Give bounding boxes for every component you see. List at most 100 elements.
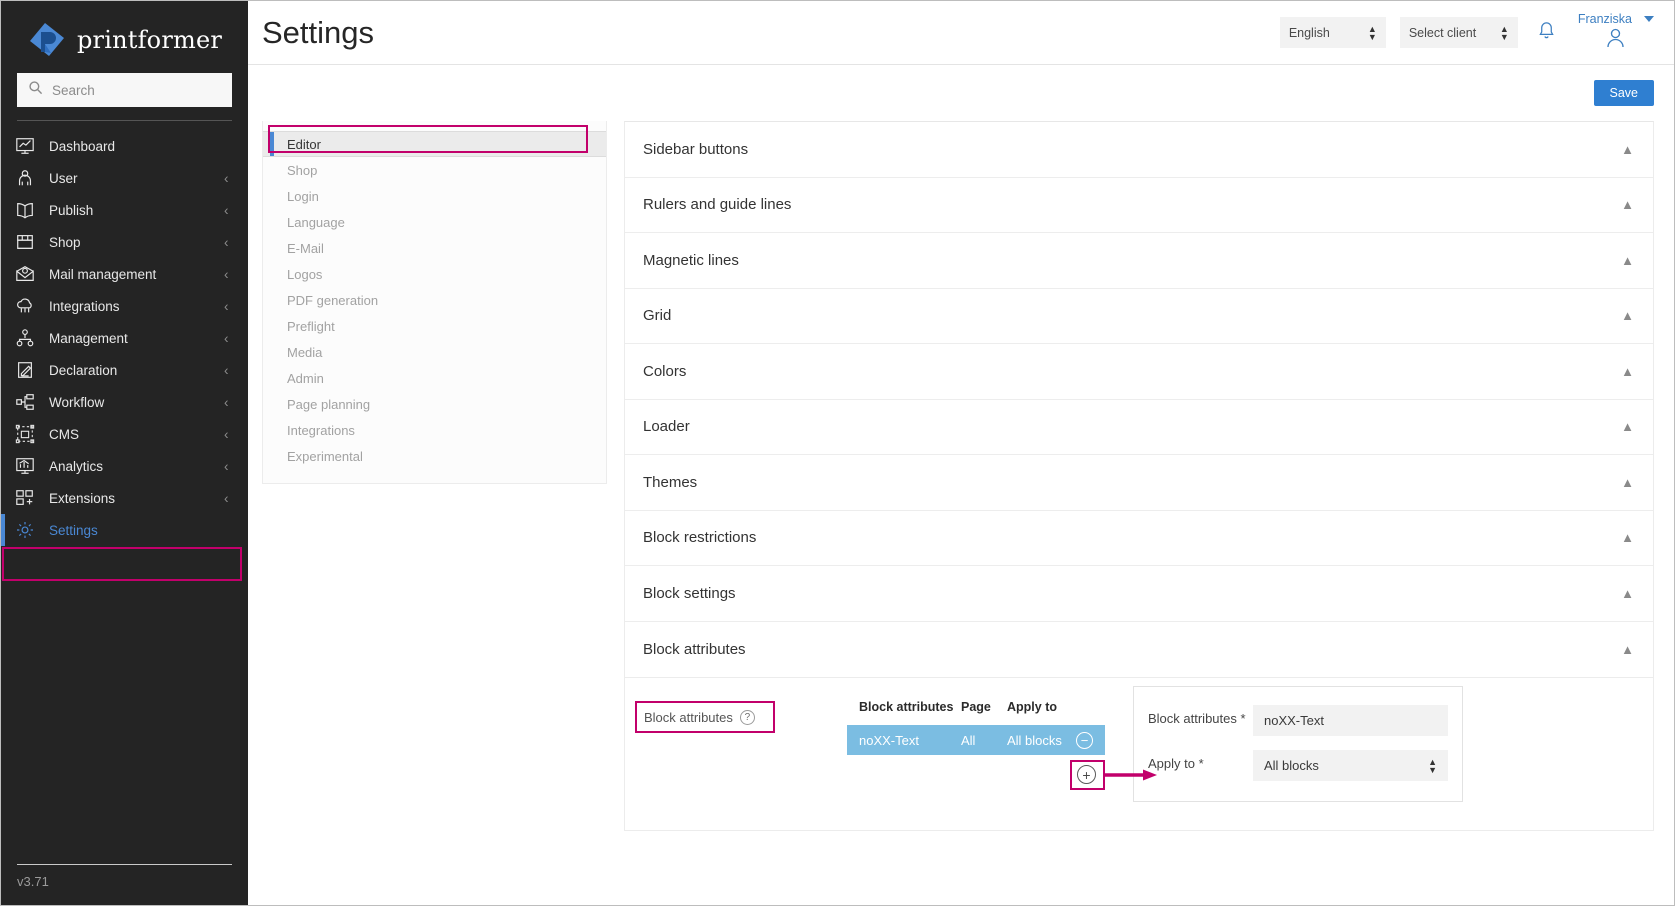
chevron-up-icon: ▲ <box>1621 198 1634 211</box>
sidebar-spacer <box>1 546 248 864</box>
accordion-title: Grid <box>643 307 1621 324</box>
sidebar-item-dashboard[interactable]: Dashboard <box>1 130 248 162</box>
field-label-text: Block attributes <box>644 710 733 725</box>
workflow-icon <box>14 391 36 413</box>
accordion-rulers-and-guide-lines[interactable]: Rulers and guide lines ▲ <box>625 178 1653 234</box>
accordion-grid[interactable]: Grid ▲ <box>625 289 1653 345</box>
brand-name: printformer <box>77 26 222 54</box>
gear-icon <box>14 519 36 541</box>
apply-to-select[interactable]: All blocks ▲▼ <box>1253 750 1448 781</box>
block-attributes-field-group: Block attributes ? <box>635 700 845 725</box>
tab-shop[interactable]: Shop <box>263 157 606 183</box>
sidebar-item-label: Publish <box>49 203 211 218</box>
accordion-title: Rulers and guide lines <box>643 196 1621 213</box>
column-header-block-attributes: Block attributes <box>847 700 961 714</box>
sidebar-item-extensions[interactable]: Extensions ‹ <box>1 482 248 514</box>
sidebar-item-label: User <box>49 171 211 186</box>
client-select[interactable]: Select client ▲▼ <box>1400 17 1518 48</box>
chevron-left-icon: ‹ <box>224 363 232 378</box>
monitor-chart-icon <box>14 135 36 157</box>
accordion: Sidebar buttons ▲ Rulers and guide lines… <box>624 121 1654 678</box>
sidebar-item-shop[interactable]: Shop ‹ <box>1 226 248 258</box>
layers-select-icon <box>14 423 36 445</box>
extensions-plus-icon <box>14 487 36 509</box>
cloud-plug-icon <box>14 295 36 317</box>
tab-language[interactable]: Language <box>263 209 606 235</box>
bell-icon <box>1536 20 1557 46</box>
language-select[interactable]: English ▲▼ <box>1280 17 1386 48</box>
tab-pdf-generation[interactable]: PDF generation <box>263 287 606 313</box>
tab-integrations[interactable]: Integrations <box>263 417 606 443</box>
form-row-apply-to: Apply to * All blocks ▲▼ <box>1148 750 1448 781</box>
tab-page-planning[interactable]: Page planning <box>263 391 606 417</box>
sidebar-item-label: Shop <box>49 235 211 250</box>
envelope-at-icon <box>14 263 36 285</box>
remove-row-button[interactable]: − <box>1076 732 1093 749</box>
accordion-title: Block settings <box>643 585 1621 602</box>
help-icon[interactable]: ? <box>740 710 755 725</box>
person-icon <box>14 167 36 189</box>
column-header-page: Page <box>961 700 1007 714</box>
tab-editor[interactable]: Editor <box>263 131 606 157</box>
sidebar-item-user[interactable]: User ‹ <box>1 162 248 194</box>
tab-preflight[interactable]: Preflight <box>263 313 606 339</box>
tab-label: Editor <box>287 137 321 152</box>
apply-to-select-value: All blocks <box>1264 758 1428 773</box>
accordion-sidebar-buttons[interactable]: Sidebar buttons ▲ <box>625 122 1653 178</box>
stepper-arrows-icon: ▲▼ <box>1368 25 1377 41</box>
tab-media[interactable]: Media <box>263 339 606 365</box>
org-tree-icon <box>14 327 36 349</box>
accordion-title: Loader <box>643 418 1621 435</box>
notifications-button[interactable] <box>1532 18 1562 48</box>
chevron-left-icon: ‹ <box>224 459 232 474</box>
client-select-value: Select client <box>1409 26 1500 40</box>
sidebar-item-label: Settings <box>49 523 232 538</box>
search-box[interactable] <box>17 73 232 107</box>
sidebar-item-integrations[interactable]: Integrations ‹ <box>1 290 248 322</box>
user-menu[interactable]: Franziska <box>1576 12 1654 54</box>
sidebar-item-workflow[interactable]: Workflow ‹ <box>1 386 248 418</box>
sidebar-item-management[interactable]: Management ‹ <box>1 322 248 354</box>
tab-email[interactable]: E-Mail <box>263 235 606 261</box>
add-row-button[interactable]: + <box>1077 765 1096 784</box>
tab-logos[interactable]: Logos <box>263 261 606 287</box>
save-button[interactable]: Save <box>1594 80 1655 106</box>
chevron-up-icon: ▲ <box>1621 309 1634 322</box>
tab-login[interactable]: Login <box>263 183 606 209</box>
form-control-name <box>1253 705 1448 736</box>
sidebar-divider-top <box>17 120 232 121</box>
chevron-left-icon: ‹ <box>224 203 232 218</box>
chevron-up-icon: ▲ <box>1621 143 1634 156</box>
block-attribute-name-input[interactable] <box>1253 705 1448 736</box>
tab-label: Login <box>287 189 319 204</box>
accordion-magnetic-lines[interactable]: Magnetic lines ▲ <box>625 233 1653 289</box>
accordion-block-attributes[interactable]: Block attributes ▲ <box>625 622 1653 678</box>
accordion-loader[interactable]: Loader ▲ <box>625 400 1653 456</box>
table-row[interactable]: noXX-Text All All blocks − <box>847 725 1105 755</box>
accordion-block-restrictions[interactable]: Block restrictions ▲ <box>625 511 1653 567</box>
user-name: Franziska <box>1578 12 1632 26</box>
sidebar-item-analytics[interactable]: Analytics ‹ <box>1 450 248 482</box>
chevron-left-icon: ‹ <box>224 331 232 346</box>
sidebar-item-publish[interactable]: Publish ‹ <box>1 194 248 226</box>
sidebar-item-label: Integrations <box>49 299 211 314</box>
accordion-themes[interactable]: Themes ▲ <box>625 455 1653 511</box>
add-row-container: + <box>847 765 1105 784</box>
sidebar-nav: Dashboard User ‹ <box>1 130 248 546</box>
sidebar-item-declaration[interactable]: Declaration ‹ <box>1 354 248 386</box>
sidebar-item-mail-management[interactable]: Mail management ‹ <box>1 258 248 290</box>
sidebar-item-cms[interactable]: CMS ‹ <box>1 418 248 450</box>
tab-label: Language <box>287 215 345 230</box>
accordion-block-settings[interactable]: Block settings ▲ <box>625 566 1653 622</box>
sidebar-item-label: CMS <box>49 427 211 442</box>
sidebar-item-label: Declaration <box>49 363 211 378</box>
tab-admin[interactable]: Admin <box>263 365 606 391</box>
document-pen-icon <box>14 359 36 381</box>
cell-page: All <box>961 733 1007 748</box>
form-label-apply-to: Apply to * <box>1148 750 1253 773</box>
sidebar-item-settings[interactable]: Settings <box>1 514 248 546</box>
block-attributes-panel: Block attributes ? Block attributes Page… <box>624 678 1654 831</box>
search-input[interactable] <box>52 83 221 98</box>
accordion-colors[interactable]: Colors ▲ <box>625 344 1653 400</box>
tab-experimental[interactable]: Experimental <box>263 443 606 469</box>
